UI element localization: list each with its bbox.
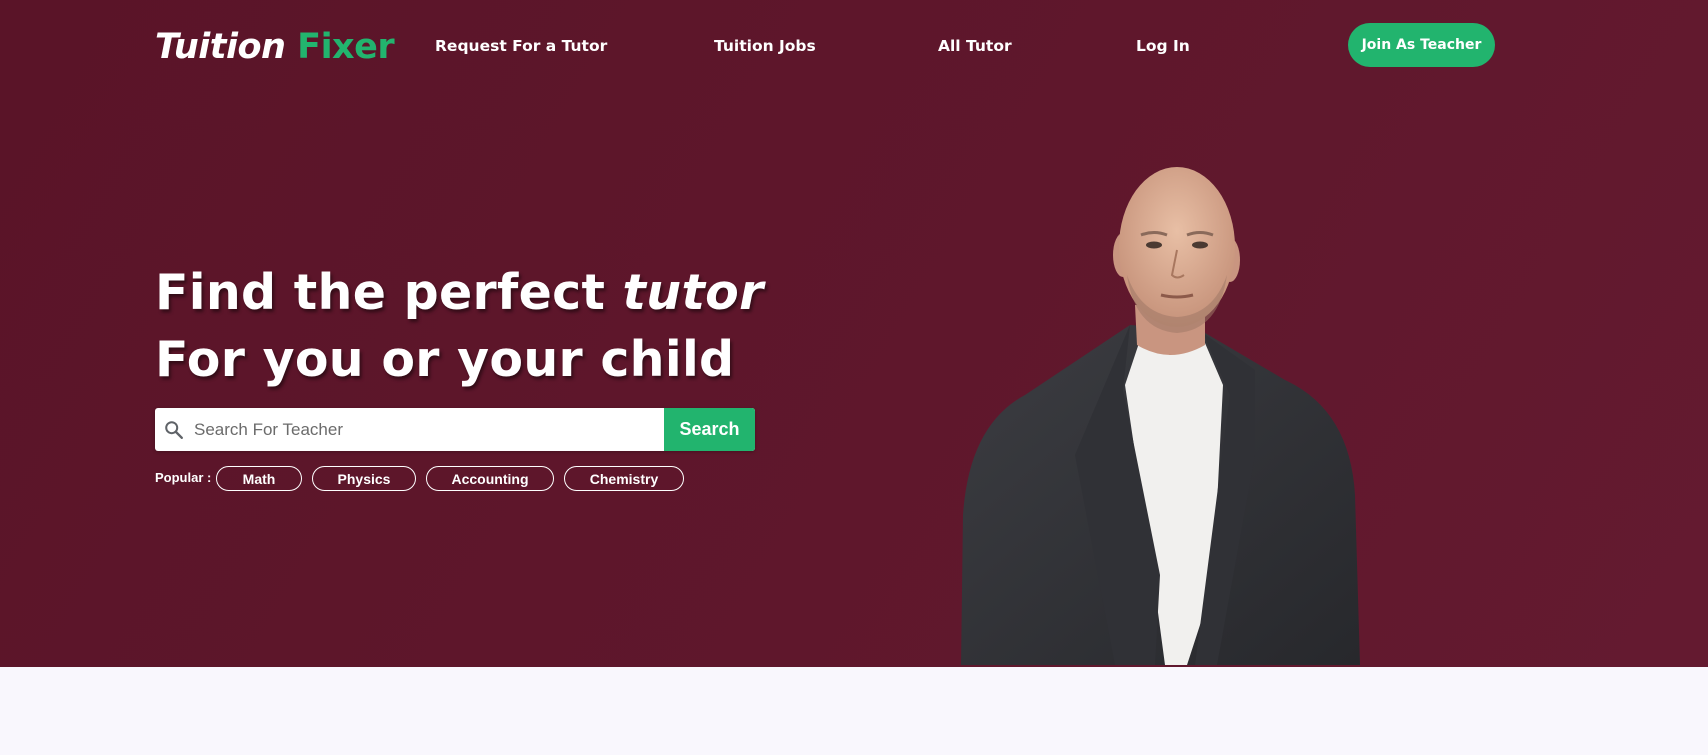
nav-link-tuition-jobs[interactable]: Tuition Jobs (714, 36, 816, 56)
headline-text: Find the perfect (155, 264, 623, 321)
tutor-portrait-image (961, 167, 1360, 665)
join-as-teacher-button[interactable]: Join As Teacher (1348, 23, 1495, 67)
hero-section: Tuition Fixer Request For a Tutor Tuitio… (0, 0, 1708, 667)
popular-label: Popular : (155, 470, 212, 485)
nav-link-login[interactable]: Log In (1136, 36, 1190, 56)
popular-tag-math[interactable]: Math (216, 466, 302, 491)
logo-word-2: Fixer (297, 27, 395, 67)
teacher-search-bar: Search (155, 408, 755, 451)
nav-link-all-tutor[interactable]: All Tutor (938, 36, 1012, 56)
page-content-area (0, 667, 1708, 755)
search-input[interactable] (188, 408, 658, 451)
nav-link-request-tutor[interactable]: Request For a Tutor (435, 36, 607, 56)
search-icon (165, 421, 183, 439)
popular-tag-physics[interactable]: Physics (312, 466, 416, 491)
site-logo[interactable]: Tuition Fixer (155, 24, 395, 70)
logo-word-1: Tuition (155, 27, 286, 67)
hero-headline-line-2: For you or your child (155, 331, 735, 388)
headline-emphasis: tutor (622, 264, 764, 321)
hero-headline-line-1: Find the perfect tutor (155, 263, 764, 323)
popular-tag-chemistry[interactable]: Chemistry (564, 466, 684, 491)
search-button[interactable]: Search (664, 408, 755, 451)
popular-tag-accounting[interactable]: Accounting (426, 466, 554, 491)
